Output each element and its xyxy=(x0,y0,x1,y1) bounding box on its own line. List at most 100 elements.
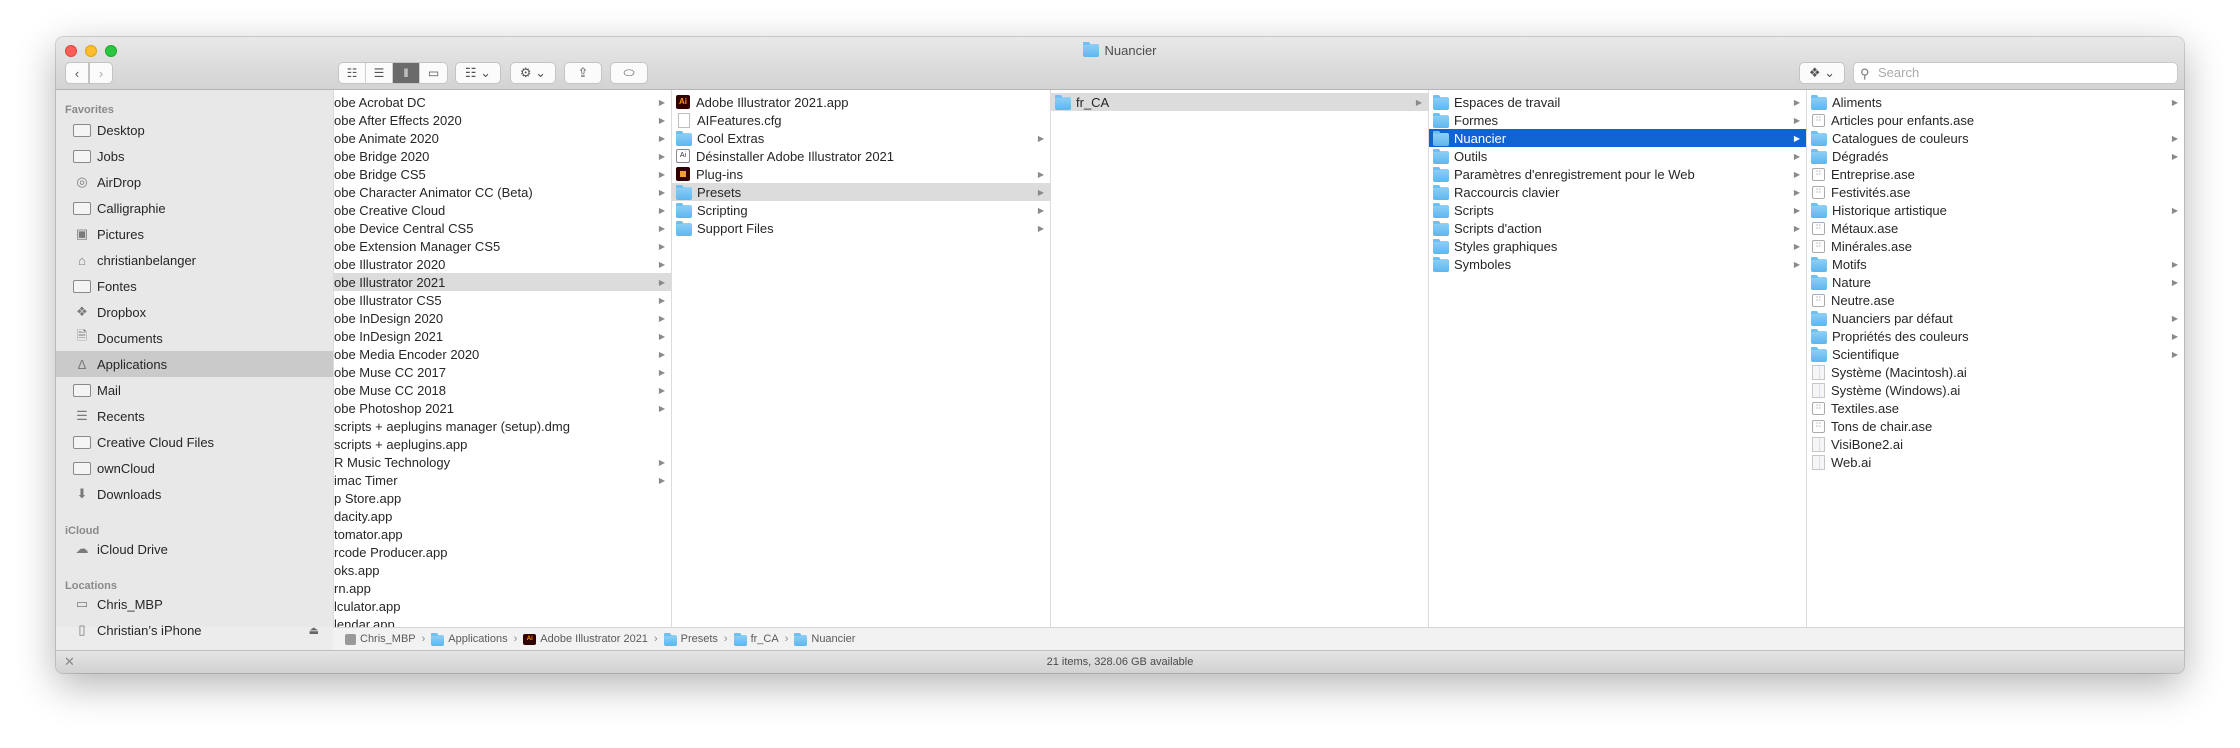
tags-button[interactable]: ⬭ xyxy=(610,62,648,84)
list-item[interactable]: Scientifique ▶ xyxy=(1807,345,2184,363)
share-button[interactable]: ⇪ xyxy=(564,62,602,84)
list-item[interactable]: obe Creative Cloud ▶ xyxy=(334,201,671,219)
list-item[interactable]: obe Illustrator 2021 ▶ xyxy=(334,273,671,291)
list-item[interactable]: obe Muse CC 2018 ▶ xyxy=(334,381,671,399)
list-item[interactable]: obe Bridge CS5 ▶ xyxy=(334,165,671,183)
list-item[interactable]: obe InDesign 2021 ▶ xyxy=(334,327,671,345)
list-item[interactable]: lculator.app xyxy=(334,597,671,615)
list-item[interactable]: obe Muse CC 2017 ▶ xyxy=(334,363,671,381)
path-item[interactable]: Chris_MBP xyxy=(345,633,416,645)
list-item[interactable]: imac Timer ▶ xyxy=(334,471,671,489)
list-item[interactable]: Raccourcis clavier ▶ xyxy=(1429,183,1806,201)
list-view-button[interactable]: ☰ xyxy=(366,63,393,83)
list-item[interactable]: rcode Producer.app xyxy=(334,543,671,561)
list-item[interactable]: ∷ Minérales.ase xyxy=(1807,237,2184,255)
list-item[interactable]: Système (Macintosh).ai xyxy=(1807,363,2184,381)
path-item[interactable]: Presets xyxy=(663,632,718,646)
list-item[interactable]: VisiBone2.ai xyxy=(1807,435,2184,453)
sidebar-item-mail[interactable]: Mail xyxy=(56,377,333,403)
sidebar-item-airdrop[interactable]: ◎ AirDrop xyxy=(56,169,333,195)
sidebar-item-documents[interactable]: 🗎 Documents xyxy=(56,325,333,351)
list-item[interactable]: scripts + aeplugins.app xyxy=(334,435,671,453)
list-item[interactable]: ∷ Textiles.ase xyxy=(1807,399,2184,417)
list-item[interactable]: tomator.app xyxy=(334,525,671,543)
list-item[interactable]: p Store.app xyxy=(334,489,671,507)
sidebar-item-pictures[interactable]: ▣ Pictures xyxy=(56,221,333,247)
collapse-icon[interactable]: ✕ xyxy=(64,651,75,673)
list-item[interactable]: ∷ Métaux.ase xyxy=(1807,219,2184,237)
list-item[interactable]: lendar.app xyxy=(334,615,671,628)
list-item[interactable]: obe InDesign 2020 ▶ xyxy=(334,309,671,327)
list-item[interactable]: Ai Adobe Illustrator 2021.app xyxy=(672,93,1050,111)
sidebar-item-fontes[interactable]: Fontes xyxy=(56,273,333,299)
path-item[interactable]: fr_CA xyxy=(733,632,779,646)
group-by-button[interactable]: ☷ ⌄ xyxy=(455,62,501,84)
list-item[interactable]: obe Device Central CS5 ▶ xyxy=(334,219,671,237)
list-item[interactable]: rn.app xyxy=(334,579,671,597)
list-item[interactable]: obe Illustrator 2020 ▶ xyxy=(334,255,671,273)
list-item[interactable]: Plug-ins ▶ xyxy=(672,165,1050,183)
list-item[interactable]: obe Illustrator CS5 ▶ xyxy=(334,291,671,309)
sidebar-item-creative-cloud-files[interactable]: Creative Cloud Files xyxy=(56,429,333,455)
list-item[interactable]: R Music Technology ▶ xyxy=(334,453,671,471)
list-item[interactable]: Paramètres d'enregistrement pour le Web ▶ xyxy=(1429,165,1806,183)
list-item[interactable]: obe Character Animator CC (Beta) ▶ xyxy=(334,183,671,201)
action-gear-button[interactable]: ⚙ ⌄ xyxy=(510,62,556,84)
sidebar-item-desktop[interactable]: Desktop xyxy=(56,117,333,143)
list-item[interactable]: Nuanciers par défaut ▶ xyxy=(1807,309,2184,327)
list-item[interactable]: Outils ▶ xyxy=(1429,147,1806,165)
sidebar-item-chris-mbp[interactable]: ▭ Chris_MBP xyxy=(56,591,333,617)
path-item[interactable]: Nuancier xyxy=(794,632,855,646)
list-item[interactable]: Aliments ▶ xyxy=(1807,93,2184,111)
list-item[interactable]: ∷ Festivités.ase xyxy=(1807,183,2184,201)
sidebar-item-christianbelanger[interactable]: ⌂ christianbelanger xyxy=(56,247,333,273)
list-item[interactable]: Presets ▶ xyxy=(672,183,1050,201)
list-item[interactable]: Cool Extras ▶ xyxy=(672,129,1050,147)
list-item[interactable]: Symboles ▶ xyxy=(1429,255,1806,273)
column-view-button[interactable]: ‖ xyxy=(393,63,420,83)
sidebar-item-dropbox[interactable]: ❖ Dropbox xyxy=(56,299,333,325)
list-item[interactable]: Espaces de travail ▶ xyxy=(1429,93,1806,111)
list-item[interactable]: oks.app xyxy=(334,561,671,579)
list-item[interactable]: Ai Désinstaller Adobe Illustrator 2021 xyxy=(672,147,1050,165)
list-item[interactable]: ∷ Articles pour enfants.ase xyxy=(1807,111,2184,129)
sidebar-item-jobs[interactable]: Jobs xyxy=(56,143,333,169)
sidebar-item-icloud-drive[interactable]: ☁ iCloud Drive xyxy=(56,536,333,562)
list-item[interactable]: obe Bridge 2020 ▶ xyxy=(334,147,671,165)
list-item[interactable]: obe Photoshop 2021 ▶ xyxy=(334,399,671,417)
list-item[interactable]: Dégradés ▶ xyxy=(1807,147,2184,165)
list-item[interactable]: dacity.app xyxy=(334,507,671,525)
list-item[interactable]: Système (Windows).ai xyxy=(1807,381,2184,399)
list-item[interactable]: Styles graphiques ▶ xyxy=(1429,237,1806,255)
list-item[interactable]: Nature ▶ xyxy=(1807,273,2184,291)
sidebar-item-christian-s-iphone[interactable]: ▯ Christian’s iPhone ⏏ xyxy=(56,617,333,643)
list-item[interactable]: Motifs ▶ xyxy=(1807,255,2184,273)
list-item[interactable]: AIFeatures.cfg xyxy=(672,111,1050,129)
list-item[interactable]: Propriétés des couleurs ▶ xyxy=(1807,327,2184,345)
list-item[interactable]: obe Media Encoder 2020 ▶ xyxy=(334,345,671,363)
list-item[interactable]: Catalogues de couleurs ▶ xyxy=(1807,129,2184,147)
list-item[interactable]: Support Files ▶ xyxy=(672,219,1050,237)
list-item[interactable]: Nuancier ▶ xyxy=(1429,129,1806,147)
list-item[interactable]: Scripts d'action ▶ xyxy=(1429,219,1806,237)
list-item[interactable]: fr_CA ▶ xyxy=(1051,93,1428,111)
list-item[interactable]: scripts + aeplugins manager (setup).dmg xyxy=(334,417,671,435)
icon-view-button[interactable]: ☷ xyxy=(339,63,366,83)
search-field[interactable]: ⚲ Search xyxy=(1853,62,2178,84)
sidebar-item-owncloud[interactable]: ownCloud xyxy=(56,455,333,481)
list-item[interactable]: obe Acrobat DC ▶ xyxy=(334,93,671,111)
list-item[interactable]: obe Extension Manager CS5 ▶ xyxy=(334,237,671,255)
list-item[interactable]: obe After Effects 2020 ▶ xyxy=(334,111,671,129)
list-item[interactable]: Scripts ▶ xyxy=(1429,201,1806,219)
path-item[interactable]: Ai Adobe Illustrator 2021 xyxy=(523,633,648,645)
list-item[interactable]: obe Animate 2020 ▶ xyxy=(334,129,671,147)
list-item[interactable]: ∷ Tons de chair.ase xyxy=(1807,417,2184,435)
list-item[interactable]: Historique artistique ▶ xyxy=(1807,201,2184,219)
list-item[interactable]: Formes ▶ xyxy=(1429,111,1806,129)
dropbox-button[interactable]: ❖ ⌄ xyxy=(1799,62,1845,84)
forward-button[interactable]: › xyxy=(89,62,113,84)
back-button[interactable]: ‹ xyxy=(65,62,89,84)
sidebar-item-applications[interactable]: ∆ Applications xyxy=(56,351,333,377)
gallery-view-button[interactable]: ▭ xyxy=(420,63,447,83)
sidebar-item-recents[interactable]: ☰ Recents xyxy=(56,403,333,429)
